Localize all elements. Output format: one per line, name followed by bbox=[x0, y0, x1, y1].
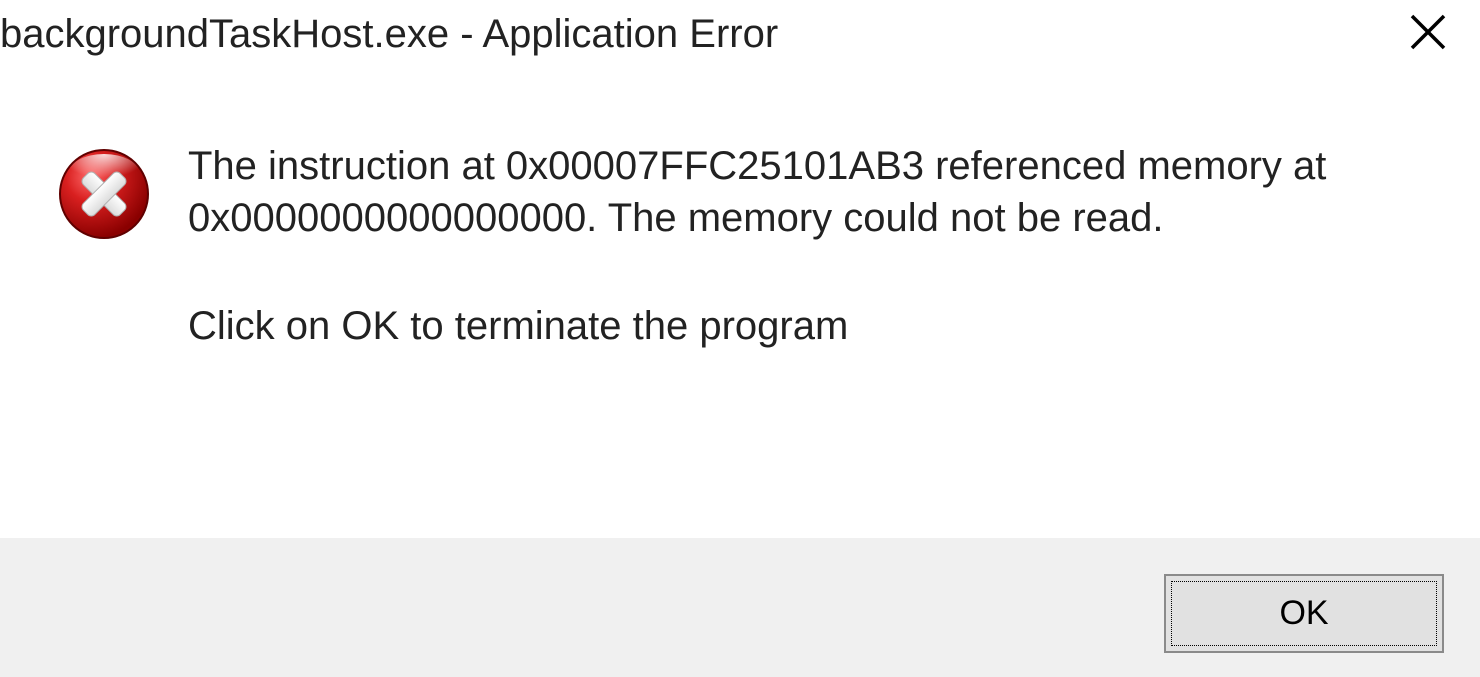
error-icon bbox=[56, 146, 152, 242]
close-icon bbox=[1408, 12, 1448, 52]
error-message: The instruction at 0x00007FFC25101AB3 re… bbox=[188, 140, 1420, 352]
error-message-line2: Click on OK to terminate the program bbox=[188, 300, 1420, 352]
dialog-footer: OK bbox=[0, 538, 1480, 677]
titlebar: backgroundTaskHost.exe - Application Err… bbox=[0, 0, 1480, 60]
dialog-title: backgroundTaskHost.exe - Application Err… bbox=[0, 12, 778, 57]
error-message-line1: The instruction at 0x00007FFC25101AB3 re… bbox=[188, 140, 1420, 244]
dialog-content: The instruction at 0x00007FFC25101AB3 re… bbox=[0, 60, 1480, 538]
ok-button[interactable]: OK bbox=[1164, 574, 1444, 653]
error-dialog: backgroundTaskHost.exe - Application Err… bbox=[0, 0, 1480, 677]
close-button[interactable] bbox=[1396, 12, 1460, 60]
